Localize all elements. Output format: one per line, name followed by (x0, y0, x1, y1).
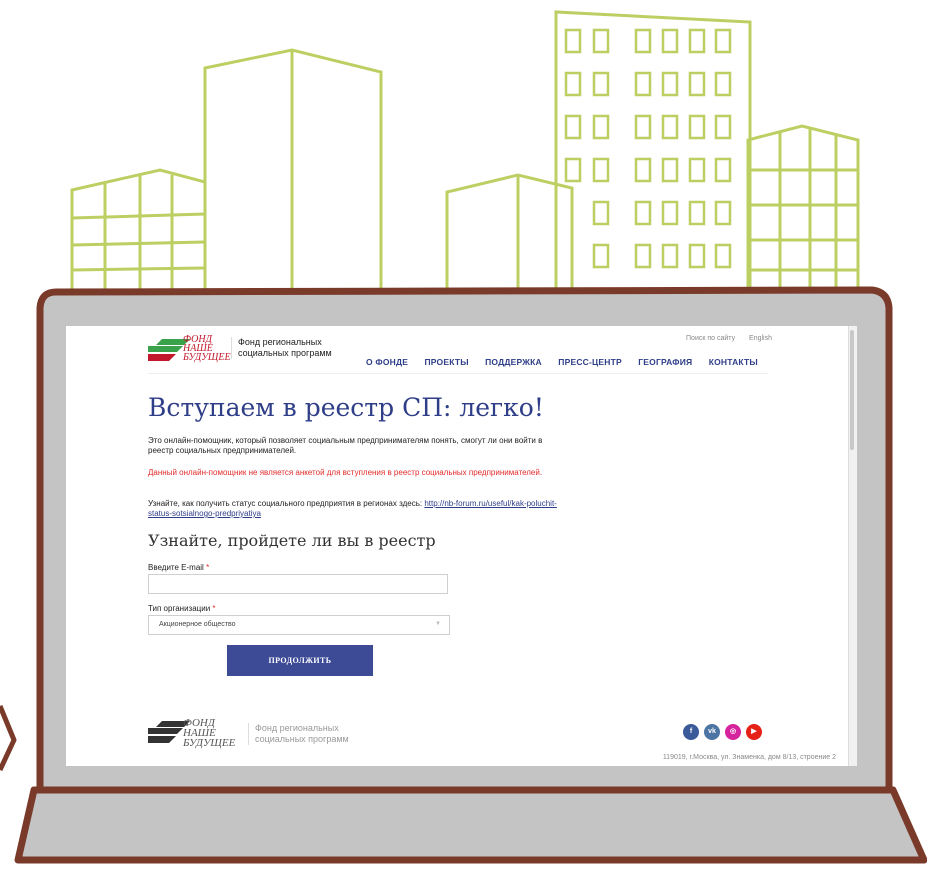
status-text: Узнайте, как получить статус социального… (148, 499, 423, 508)
org-type-select[interactable]: Акционерное общество ▼ (148, 615, 450, 635)
nav-support[interactable]: ПОДДЕРЖКА (485, 357, 542, 367)
main-nav: О ФОНДЕ ПРОЕКТЫ ПОДДЕРЖКА ПРЕСС-ЦЕНТР ГЕ… (366, 357, 772, 367)
email-label: Введите E-mail * (148, 563, 210, 572)
facebook-icon[interactable]: f (683, 724, 699, 740)
status-info: Узнайте, как получить статус социального… (148, 499, 568, 519)
youtube-icon[interactable]: ▶ (746, 724, 762, 740)
instagram-icon[interactable]: ◎ (725, 724, 741, 740)
nav-projects[interactable]: ПРОЕКТЫ (424, 357, 468, 367)
email-input[interactable] (148, 574, 448, 594)
lang-link[interactable]: English (749, 335, 772, 342)
nav-about[interactable]: О ФОНДЕ (366, 357, 408, 367)
continue-button[interactable]: ПРОДОЛЖИТЬ (227, 645, 373, 676)
nav-geography[interactable]: ГЕОГРАФИЯ (638, 357, 692, 367)
nav-press[interactable]: ПРЕСС-ЦЕНТР (558, 357, 622, 367)
nav-contacts[interactable]: КОНТАКТЫ (709, 357, 758, 367)
top-links: Поиск по сайту English (674, 335, 772, 342)
logo-wordmark: ФОНД НАШЕ БУДУЩЕЕ (183, 334, 231, 363)
footer-org-name: Фонд региональных социальных программ (248, 723, 349, 745)
page-title: Вступаем в реестр СП: легко! (148, 393, 544, 422)
footer-logo-wordmark: ФОНД НАШЕ БУДУЩЕЕ (183, 717, 236, 749)
vk-icon[interactable]: vk (704, 724, 720, 740)
org-type-value: Акционерное общество (159, 621, 236, 628)
chevron-down-icon: ▼ (435, 621, 441, 627)
org-type-label: Тип организации * (148, 604, 216, 613)
browser-screen: ФОНД НАШЕ БУДУЩЕЕ Фонд региональных соци… (66, 326, 848, 766)
required-mark: * (212, 604, 216, 613)
header-divider (148, 373, 768, 374)
warning-text: Данный онлайн-помощник не является анкет… (148, 468, 543, 477)
footer-address: 119019, г.Москва, ул. Знаменка, дом 8/13… (662, 754, 836, 761)
search-link[interactable]: Поиск по сайту (686, 335, 735, 342)
intro-text: Это онлайн-помощник, который позволяет с… (148, 436, 543, 455)
org-name: Фонд региональных социальных программ (231, 337, 332, 359)
required-mark: * (206, 563, 210, 572)
scrollbar-thumb[interactable] (850, 330, 854, 450)
section-subtitle: Узнайте, пройдете ли вы в реестр (148, 531, 436, 550)
